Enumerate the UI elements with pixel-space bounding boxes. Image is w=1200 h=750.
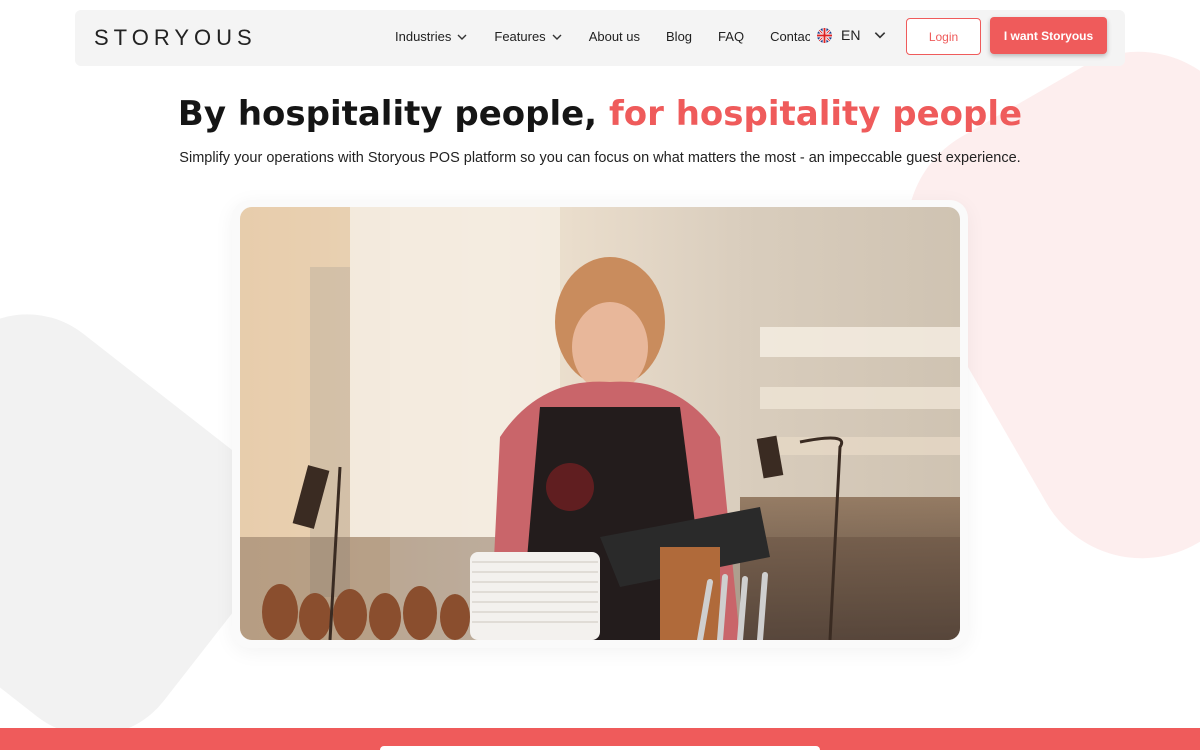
language-code: EN: [841, 27, 861, 43]
site-header: STORYOUS Industries Features About us Bl…: [75, 10, 1125, 66]
uk-flag-icon: [817, 27, 832, 43]
i-want-storyous-button[interactable]: I want Storyous: [990, 17, 1107, 54]
storyous-logo[interactable]: STORYOUS: [94, 26, 257, 50]
hero-title-accent: for hospitality people: [608, 94, 1023, 134]
nav-item-faq[interactable]: FAQ: [718, 29, 744, 44]
hero-photo-illustration: [240, 207, 960, 640]
nav-item-blog[interactable]: Blog: [666, 29, 692, 44]
nav-item-contact[interactable]: Contac: [770, 29, 810, 44]
hero-title: By hospitality people, for hospitality p…: [0, 92, 1200, 136]
nav-item-features[interactable]: Features: [494, 29, 562, 44]
nav-item-about-us[interactable]: About us: [589, 29, 640, 44]
login-button[interactable]: Login: [906, 18, 981, 55]
footer-band-card: [380, 746, 820, 750]
footer-band: [0, 728, 1200, 750]
nav-item-industries[interactable]: Industries: [395, 29, 468, 44]
nav-item-label: FAQ: [718, 29, 745, 44]
hero-title-plain: By hospitality people,: [177, 94, 598, 134]
nav-item-label: Contac: [770, 29, 811, 44]
chevron-down-icon: [875, 32, 886, 39]
language-selector[interactable]: EN: [817, 27, 887, 43]
page: STORYOUS Industries Features About us Bl…: [0, 0, 1200, 750]
main-nav: Industries Features About us Blog FAQ Co…: [395, 29, 810, 44]
nav-item-label: About us: [588, 29, 641, 44]
chevron-down-icon: [457, 34, 467, 40]
nav-item-label: Features: [494, 29, 546, 44]
nav-item-label: Blog: [666, 29, 693, 44]
hero-photo: [240, 207, 960, 640]
chevron-down-icon: [552, 34, 562, 40]
nav-item-label: Industries: [395, 29, 452, 44]
hero-subtitle: Simplify your operations with Storyous P…: [179, 150, 1021, 166]
